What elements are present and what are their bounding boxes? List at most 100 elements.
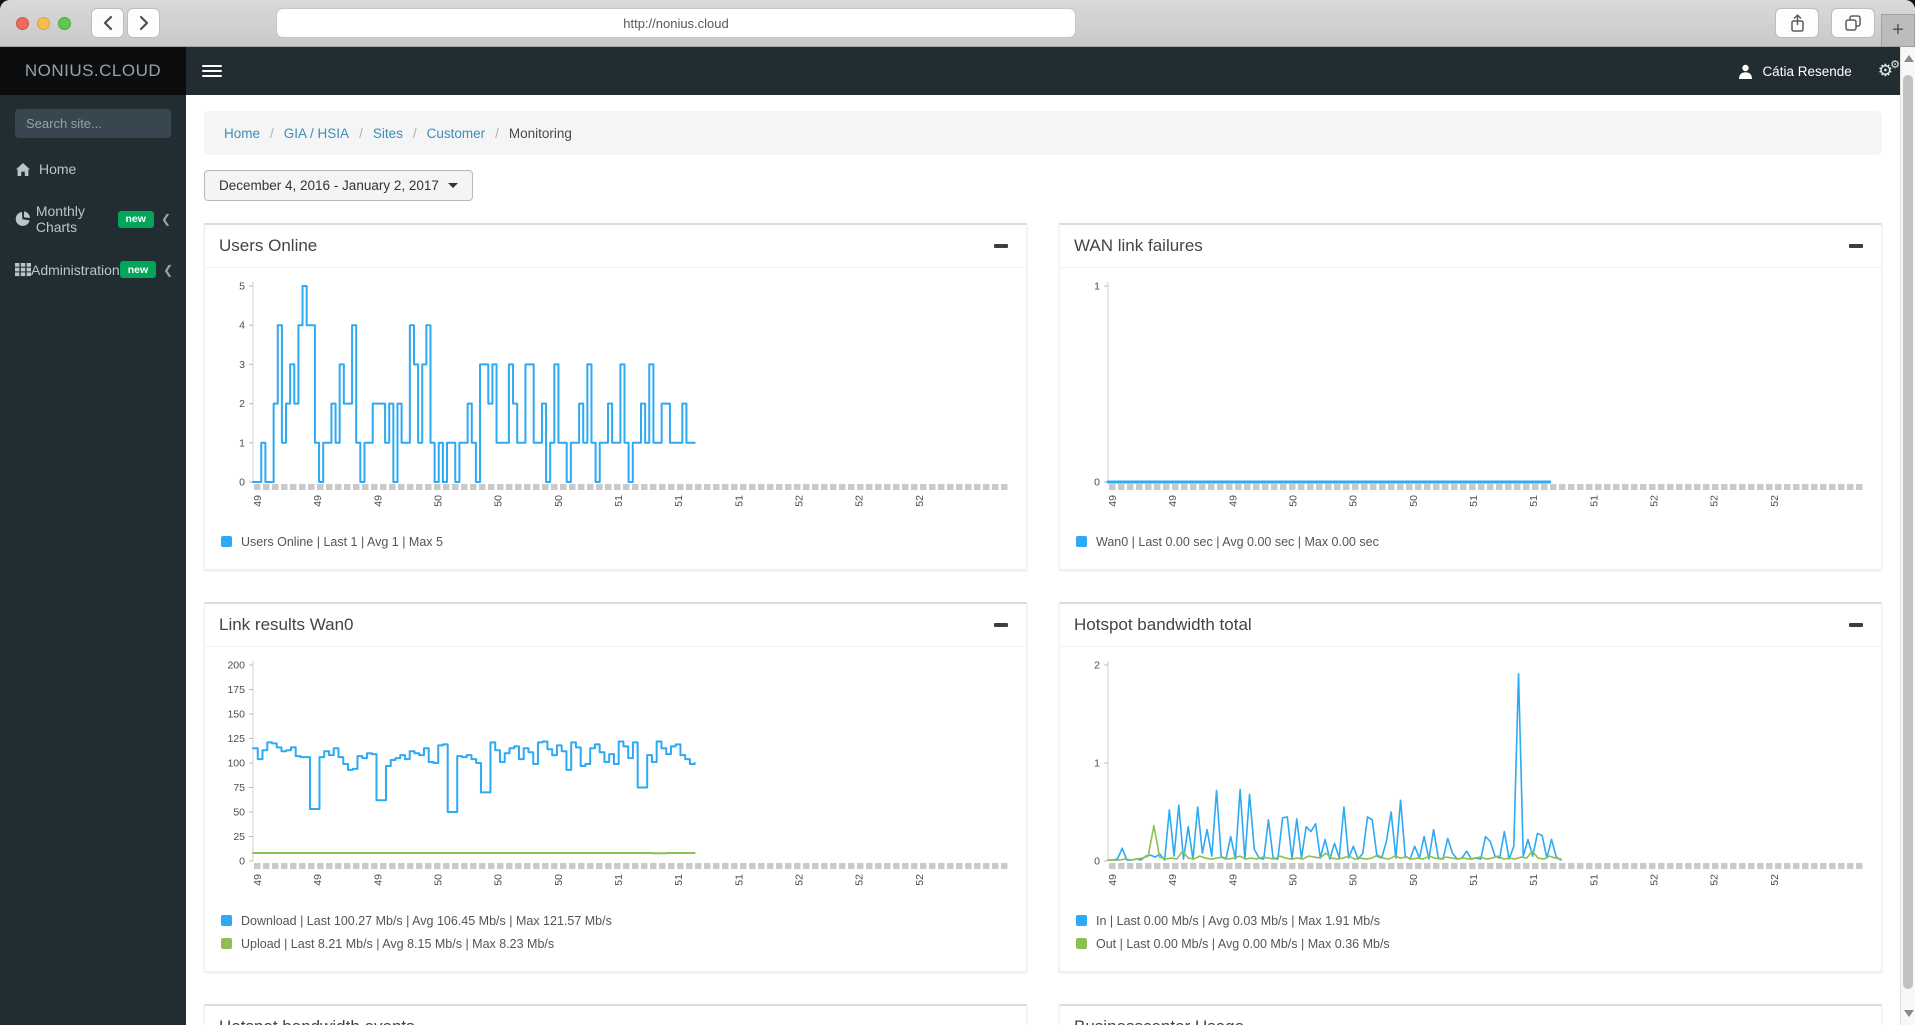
legend-label: Upload | Last 8.21 Mb/s | Avg 8.15 Mb/s … (241, 936, 555, 951)
svg-text:52: 52 (793, 495, 805, 507)
pie-chart-icon (15, 211, 36, 227)
svg-text:52: 52 (1769, 874, 1781, 886)
collapse-button[interactable] (990, 1017, 1012, 1025)
panel-title: Hotspot bandwidth events (219, 1017, 415, 1025)
svg-text:4: 4 (239, 320, 245, 332)
legend-item: Out | Last 0.00 Mb/s | Avg 0.00 Mb/s | M… (1076, 932, 1865, 955)
svg-text:52: 52 (793, 874, 805, 886)
legend-item: Upload | Last 8.21 Mb/s | Avg 8.15 Mb/s … (221, 932, 1010, 955)
svg-text:1: 1 (239, 437, 245, 449)
panel-users-online: Users Online 0 1 2 3 4 5 49 49 49 50 50 50 51 51 51 52 5… (204, 223, 1027, 570)
svg-text:51: 51 (1588, 874, 1600, 886)
breadcrumb-customer[interactable]: Customer (427, 126, 486, 141)
svg-text:2: 2 (239, 398, 245, 410)
svg-text:50: 50 (1348, 874, 1360, 886)
breadcrumb-gia-hsia[interactable]: GIA / HSIA (284, 126, 349, 141)
users-online-chart[interactable]: 0 1 2 3 4 5 49 49 49 50 50 50 51 51 51 52 52 52 (217, 276, 1014, 526)
svg-text:1: 1 (1094, 758, 1100, 770)
svg-text:52: 52 (1709, 874, 1721, 886)
hotspot-bandwidth-total-chart[interactable]: 0 1 2 49 49 49 50 50 50 51 51 51 52 52 52 (1072, 655, 1869, 905)
breadcrumb-home[interactable]: Home (224, 126, 260, 141)
browser-window: http://nonius.cloud + NONIUS.CLOUD Cátia… (0, 0, 1915, 1025)
forward-button[interactable] (127, 8, 160, 38)
svg-text:51: 51 (1468, 874, 1480, 886)
grid-icon (15, 262, 31, 277)
legend-swatch (1076, 938, 1087, 949)
collapse-button[interactable] (1845, 236, 1867, 256)
svg-text:50: 50 (493, 874, 505, 886)
svg-text:200: 200 (227, 660, 245, 672)
minus-icon (1849, 623, 1863, 627)
svg-text:52: 52 (1769, 495, 1781, 507)
svg-text:52: 52 (1648, 495, 1660, 507)
new-badge: new (119, 261, 157, 278)
collapse-button[interactable] (990, 236, 1012, 256)
zoom-window-button[interactable] (58, 16, 71, 30)
date-range-picker[interactable]: December 4, 2016 - January 2, 2017 (204, 170, 473, 201)
panel-hotspot-bandwidth-events: Hotspot bandwidth events 1 (204, 1004, 1027, 1025)
sidebar-item-administration[interactable]: Administration new ❮ (0, 248, 186, 291)
svg-text:51: 51 (613, 874, 625, 886)
panel-hotspot-bandwidth-total: Hotspot bandwidth total 0 1 2 49 49 49 50 50 50 5… (1059, 602, 1882, 972)
chevron-left-icon (103, 15, 112, 31)
close-window-button[interactable] (16, 16, 29, 30)
svg-text:50: 50 (432, 495, 444, 507)
chevron-right-icon (139, 15, 148, 31)
settings-button[interactable]: ⚙ ⚙ (1878, 59, 1900, 81)
svg-text:51: 51 (613, 495, 625, 507)
chevron-left-icon: ❮ (163, 262, 174, 277)
legend-label: In | Last 0.00 Mb/s | Avg 0.03 Mb/s | Ma… (1096, 913, 1380, 928)
svg-text:150: 150 (227, 709, 245, 721)
app-logo[interactable]: NONIUS.CLOUD (0, 47, 186, 95)
svg-text:50: 50 (1348, 495, 1360, 507)
legend-swatch (221, 938, 232, 949)
svg-text:51: 51 (1528, 495, 1540, 507)
svg-text:175: 175 (227, 684, 245, 696)
minus-icon (1849, 244, 1863, 248)
sidebar-item-home[interactable]: Home (0, 148, 186, 190)
svg-text:52: 52 (914, 495, 926, 507)
wan-link-failures-chart[interactable]: 0 1 49 49 49 50 50 50 51 51 51 52 52 52 (1072, 276, 1869, 526)
svg-text:50: 50 (493, 495, 505, 507)
breadcrumb-sites[interactable]: Sites (373, 126, 403, 141)
svg-text:49: 49 (252, 495, 264, 507)
minus-icon (994, 623, 1008, 627)
scroll-up-arrow-icon[interactable] (1904, 55, 1914, 62)
scrollbar-thumb[interactable] (1903, 75, 1913, 989)
svg-text:49: 49 (1107, 495, 1119, 507)
svg-text:51: 51 (733, 495, 745, 507)
new-tab-button[interactable]: + (1881, 14, 1915, 47)
collapse-button[interactable] (1845, 615, 1867, 635)
collapse-button[interactable] (990, 615, 1012, 635)
legend-item: In | Last 0.00 Mb/s | Avg 0.03 Mb/s | Ma… (1076, 909, 1865, 932)
link-results-wan0-chart[interactable]: 0 25 50 75 100 125 150 175 200 49 49 49 50 50 50 51 51 51… (217, 655, 1014, 905)
sidebar-item-monthly-charts[interactable]: Monthly Charts new ❮ (0, 190, 186, 248)
legend-label: Out | Last 0.00 Mb/s | Avg 0.00 Mb/s | M… (1096, 936, 1390, 951)
sidebar-toggle-button[interactable] (202, 65, 222, 77)
address-bar[interactable]: http://nonius.cloud (276, 8, 1076, 38)
legend-label: Users Online | Last 1 | Avg 1 | Max 5 (241, 534, 443, 549)
svg-text:51: 51 (1528, 874, 1540, 886)
user-icon (1739, 64, 1753, 79)
show-tabs-button[interactable] (1831, 8, 1875, 38)
svg-text:49: 49 (1227, 874, 1239, 886)
svg-text:52: 52 (1709, 495, 1721, 507)
user-menu[interactable]: Cátia Resende (1738, 64, 1852, 79)
collapse-button[interactable] (1845, 1017, 1867, 1025)
legend-label: Wan0 | Last 0.00 sec | Avg 0.00 sec | Ma… (1096, 534, 1379, 549)
share-button[interactable] (1775, 8, 1819, 38)
home-icon (15, 162, 39, 177)
panel-title: Link results Wan0 (219, 615, 354, 634)
scroll-down-arrow-icon[interactable] (1904, 1010, 1914, 1017)
legend-label: Download | Last 100.27 Mb/s | Avg 106.45… (241, 913, 612, 928)
svg-text:50: 50 (1287, 874, 1299, 886)
search-input[interactable] (15, 109, 171, 138)
svg-text:51: 51 (1588, 495, 1600, 507)
page-scrollbar[interactable] (1900, 47, 1915, 1025)
svg-text:51: 51 (733, 874, 745, 886)
share-icon (1790, 13, 1804, 32)
svg-text:75: 75 (233, 782, 245, 794)
url-text: http://nonius.cloud (623, 15, 729, 31)
back-button[interactable] (91, 8, 124, 38)
minimize-window-button[interactable] (37, 16, 50, 30)
